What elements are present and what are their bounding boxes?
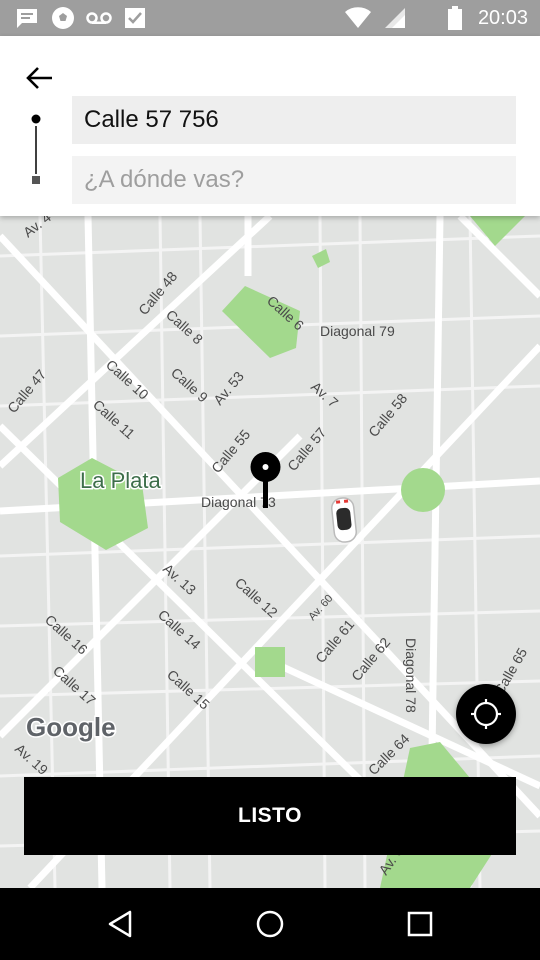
wifi-icon <box>344 6 372 30</box>
street-label: Diagonal 79 <box>320 323 395 339</box>
home-circle-icon[interactable] <box>250 906 290 942</box>
destination-square-icon <box>32 176 40 184</box>
route-indicator <box>30 112 42 188</box>
my-location-button[interactable] <box>456 684 516 744</box>
trip-panel: Calle 57 756 ¿A dónde vas? <box>0 36 540 216</box>
city-label: La Plata <box>80 468 161 493</box>
recents-square-icon[interactable] <box>400 906 440 942</box>
soccer-ball-icon <box>50 6 76 30</box>
pickup-input[interactable]: Calle 57 756 <box>72 96 516 144</box>
google-logo: Google <box>26 712 116 742</box>
origin-dot-icon <box>31 114 41 124</box>
battery-icon <box>446 6 464 30</box>
street-label: Diagonal 78 <box>403 638 419 713</box>
message-icon <box>14 6 40 30</box>
arrow-left-icon <box>26 67 52 89</box>
navigation-bar <box>0 888 540 960</box>
crosshair-icon <box>471 699 501 729</box>
status-bar: 20:03 <box>0 0 540 36</box>
checkbox-icon <box>124 6 146 30</box>
destination-input[interactable]: ¿A dónde vas? <box>72 156 516 204</box>
car-icon <box>331 497 357 543</box>
voicemail-icon <box>86 6 112 30</box>
confirm-button[interactable]: LISTO <box>24 777 516 855</box>
park-plaza-roundabout <box>401 468 445 512</box>
cell-signal-icon <box>384 6 406 30</box>
back-triangle-icon[interactable] <box>100 906 140 942</box>
park-plaza-square <box>255 647 285 677</box>
back-button[interactable] <box>24 64 60 92</box>
clock: 20:03 <box>477 7 528 29</box>
